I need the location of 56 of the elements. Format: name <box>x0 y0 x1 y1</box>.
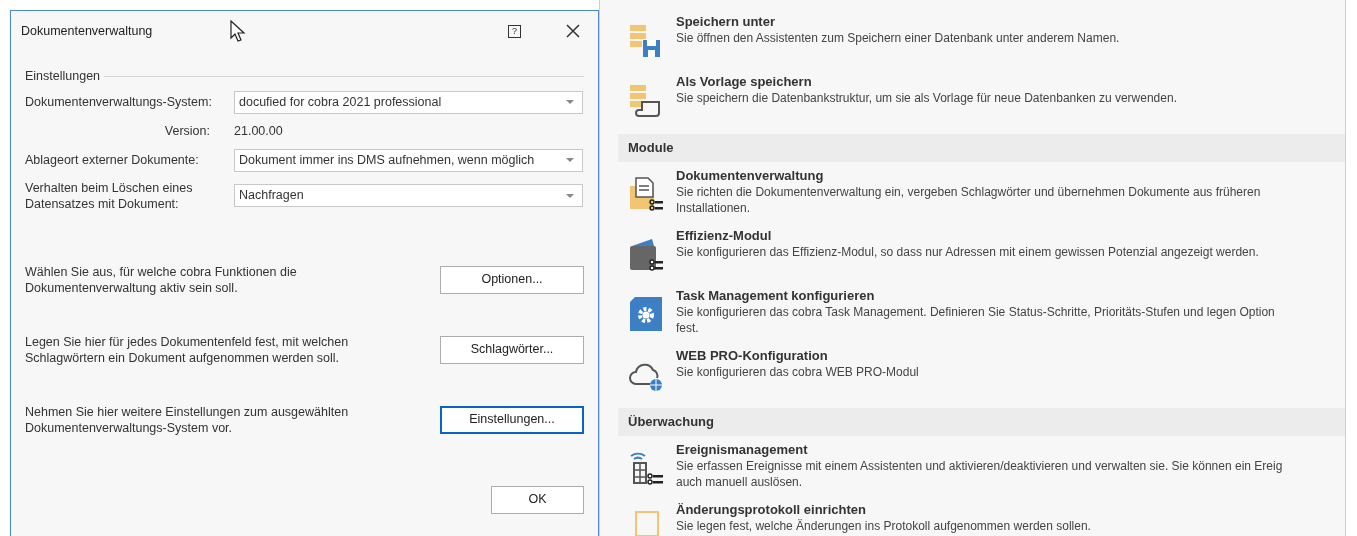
task-title: Effizienz-Modul <box>676 228 773 244</box>
task-title: Änderungsprotokoll einrichten <box>676 502 867 518</box>
task-title: Als Vorlage speichern <box>676 74 813 90</box>
action-button[interactable]: Einstellungen... <box>440 405 584 434</box>
task-description: Sie richten die Dokumentenverwaltung ein, vergeben Schlagwörter und übernehmen Dokumente aus früheren <box>676 184 1261 200</box>
caret-icon <box>566 193 574 198</box>
section-header: Überwachung <box>618 408 1345 436</box>
dropdown-field[interactable]: Dokument immer ins DMS aufnehmen, wenn möglich <box>234 148 583 172</box>
action-button[interactable]: Optionen... <box>440 265 584 294</box>
field-label: Dokumentenverwaltungs-System: <box>25 94 213 111</box>
task-description: Sie erfassen Ereignisse mit einem Assistenten und aktivieren/deaktivieren und verwalten sie. Sie können ein Ereig <box>676 458 1283 474</box>
task-description: fest. <box>676 320 700 336</box>
mouse-pointer-icon <box>230 20 247 42</box>
task-title: Dokumentenverwaltung <box>676 168 825 184</box>
task-description: Sie konfigurieren das cobra WEB PRO-Modul <box>676 364 919 380</box>
task-description: Installationen. <box>676 200 752 216</box>
task-item[interactable]: Als Vorlage speichern Sie speichern die Datenbankstruktur, um sie als Vorlage für neue Datenbanken zu verwenden. <box>628 74 1345 134</box>
grid-signal-icon <box>628 450 664 486</box>
task-title: Ereignismanagement <box>676 442 809 458</box>
task-item[interactable]: Effizienz-Modul Sie konfigurieren das Effizienz-Modul, so dass nur Adressen mit einem gewissen Potenzial angezeigt werden. <box>628 228 1345 288</box>
task-title: WEB PRO-Konfiguration <box>676 348 829 364</box>
task-description: Sie konfigurieren das cobra Task Management. Definieren Sie Status-Schritte, Prioritäts-Stufen und legen Option <box>676 304 1275 320</box>
field-label: Ablageort externer Dokumente: <box>25 152 200 168</box>
task-item[interactable]: WEB PRO-Konfiguration Sie konfigurieren das cobra WEB PRO-Modul <box>628 348 1345 408</box>
window-title: Dokumentenverwaltung <box>21 22 153 40</box>
dropdown-field[interactable]: Nachfragen <box>234 184 583 207</box>
task-item[interactable]: Speichern unter Sie öffnen den Assistenten zum Speichern einer Datenbank unter anderem Namen. <box>628 14 1345 74</box>
gear-document-icon <box>628 296 664 332</box>
task-description: Sie konfigurieren das Effizienz-Modul, so dass nur Adressen mit einem gewissen Potenzial angezeigt werden. <box>676 244 1259 260</box>
task-item[interactable]: Ereignismanagement Sie erfassen Ereignisse mit einem Assistenten und aktivieren/deaktivieren und verwalten sie. Sie können ein Ereig auch manuell auslösen. <box>628 442 1345 502</box>
field-value: 21.00.00 <box>234 122 283 140</box>
task-item[interactable]: Task Management konfigurieren Sie konfigurieren das cobra Task Management. Definieren Sie Status-Schritte, Prioritäts-Stufen und legen Option fest. <box>628 288 1345 348</box>
task-item[interactable]: Dokumentenverwaltung Sie richten die Dokumentenverwaltung ein, vergeben Schlagwörter und übernehmen Dokumente aus früheren Installationen. <box>628 168 1345 228</box>
group-title: Einstellungen <box>25 68 101 85</box>
field-label: Verhalten beim Löschen eines Datensatzes mit Dokument: <box>25 179 194 212</box>
action-button[interactable]: Schlagwörter... <box>440 335 584 364</box>
caret-icon <box>566 158 574 162</box>
section-header: Module <box>618 134 1345 162</box>
dropdown-field[interactable]: docufied for cobra 2021 professional <box>234 90 583 114</box>
task-description: Sie legen fest, welche Änderungen ins Protokoll aufgenommen werden sollen. <box>676 518 1091 534</box>
task-title: Speichern unter <box>676 14 776 30</box>
ok-button[interactable]: OK <box>491 485 584 514</box>
close-icon[interactable] <box>566 24 580 38</box>
folder-document-icon <box>628 176 664 212</box>
wallet-icon <box>628 236 664 272</box>
description-text: Nehmen Sie hier weitere Einstellungen zum ausgewählten Dokumentenverwaltungs-System vor. <box>25 403 350 436</box>
task-item[interactable]: Änderungsprotokoll einrichten Sie legen fest, welche Änderungen ins Protokoll aufgenommen werden sollen. <box>628 502 1345 536</box>
task-title: Task Management konfigurieren <box>676 288 876 304</box>
description-text: Wählen Sie aus, für welche cobra Funktionen die Dokumentenverwaltung aktiv sein soll. <box>25 263 298 296</box>
help-button[interactable]: ? <box>508 24 521 38</box>
task-description: Sie öffnen den Assistenten zum Speichern einer Datenbank unter anderem Namen. <box>676 30 1120 46</box>
task-description: Sie speichern die Datenbankstruktur, um sie als Vorlage für neue Datenbanken zu verwenden. <box>676 90 1177 106</box>
task-description: auch manuell auslösen. <box>676 474 804 490</box>
field-label: Version: <box>163 122 210 140</box>
description-text: Legen Sie hier für jedes Dokumentenfeld fest, mit welchen Schlagwörtern ein Dokument aufgenommen werden soll. <box>25 333 350 366</box>
caret-icon <box>566 100 574 105</box>
